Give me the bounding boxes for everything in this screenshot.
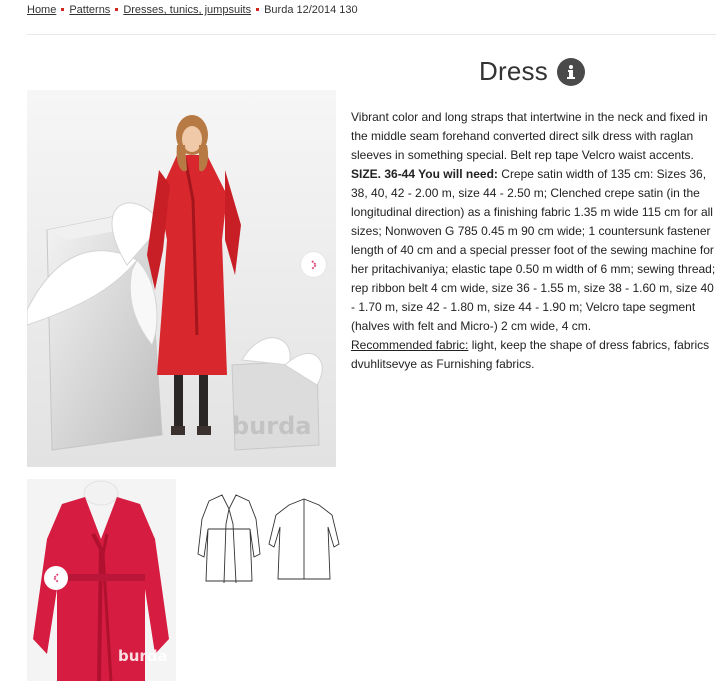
header-divider xyxy=(27,34,716,35)
breadcrumb-dresses-link[interactable]: Dresses, tunics, jumpsuits xyxy=(123,4,251,16)
title-row: Dress xyxy=(479,56,585,87)
breadcrumb-separator xyxy=(256,7,260,11)
product-description: Vibrant color and long straps that inter… xyxy=(351,108,716,374)
main-product-photo[interactable]: burda xyxy=(27,90,336,467)
breadcrumb: Home Patterns Dresses, tunics, jumpsuits Bu… xyxy=(27,4,358,16)
burda-watermark: burda xyxy=(232,412,312,440)
breadcrumb-patterns-link[interactable]: Patterns xyxy=(69,4,110,16)
breadcrumb-separator xyxy=(115,7,119,11)
description-text: Vibrant color and long straps that inter… xyxy=(351,110,708,162)
burda-watermark-thumb: burda xyxy=(118,647,168,665)
materials-text: Crepe satin width of 135 cm: Sizes 36, 3… xyxy=(351,167,716,333)
size-label: SIZE. 36-44 You will need: xyxy=(351,167,498,181)
next-image-button[interactable] xyxy=(300,251,327,278)
breadcrumb-current: Burda 12/2014 130 xyxy=(264,4,358,16)
recommended-fabric-link[interactable]: Recommended fabric: xyxy=(351,338,468,352)
breadcrumb-separator xyxy=(61,7,65,11)
page-title: Dress xyxy=(479,56,548,86)
breadcrumb-home-link[interactable]: Home xyxy=(27,4,56,16)
info-icon[interactable] xyxy=(556,57,585,86)
thumbnail-technical-drawing[interactable] xyxy=(184,479,354,589)
prev-image-button[interactable] xyxy=(44,566,68,590)
chevron-right-icon xyxy=(310,259,317,270)
chevron-left-icon xyxy=(52,573,59,583)
